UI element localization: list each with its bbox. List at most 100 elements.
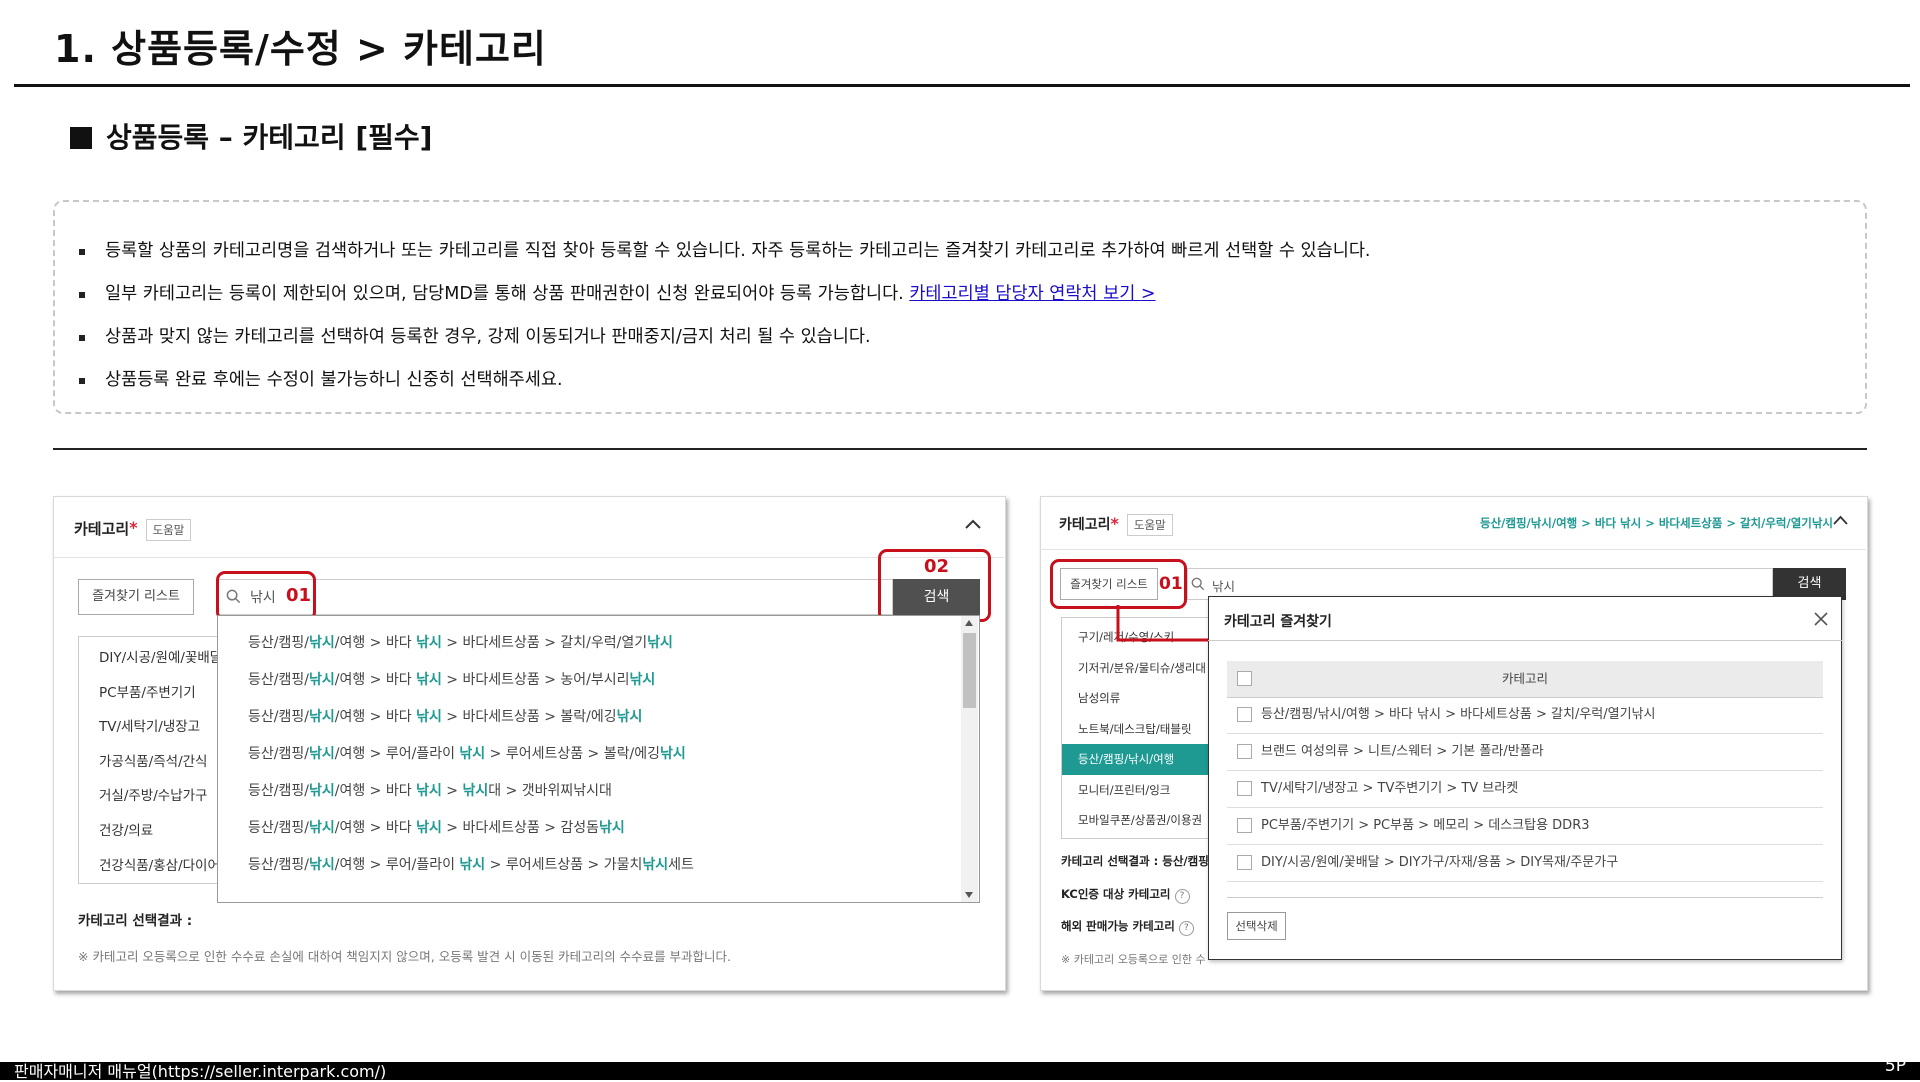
scroll-down-arrow-icon[interactable] xyxy=(965,892,973,898)
suggestion-item[interactable]: 등산/캠핑/낚시/여행 > 바다 낚시 > 바다세트상품 > 감성돔낚시 xyxy=(218,810,979,847)
search-suggestions-dropdown: 등산/캠핑/낚시/여행 > 바다 낚시 > 바다세트상품 > 갈치/우럭/열기낚… xyxy=(217,615,980,903)
suggestion-item[interactable]: 등산/캠핑/낚시/여행 > 바다 낚시 > 낚시대 > 갯바위찌낚시대 xyxy=(218,773,979,810)
category-list: 구기/레저/수영/스키 기저귀/분유/물티슈/생리대 남성의류 노트북/데스크탑/태블… xyxy=(1061,617,1211,839)
suggestion-text: 대 > 갯바위찌낚시대 xyxy=(488,783,612,799)
favorite-category-path: PC부품/주변기기 > PC부품 > 메모리 > 데스크탑용 DDR3 xyxy=(1261,818,1590,833)
category-item[interactable]: 가공식품/즉석/간식 xyxy=(79,745,227,780)
suggestion-text: 등산/캠핑/ xyxy=(248,746,309,762)
category-item[interactable]: 모바일쿠폰/상품권/이용권 xyxy=(1062,805,1210,836)
collapse-chevron-icon[interactable] xyxy=(1833,515,1848,525)
keyword-highlight: 낚시 xyxy=(308,746,335,762)
favorite-category-path: 등산/캠핑/낚시/여행 > 바다 낚시 > 바다세트상품 > 갈치/우럭/열기낚… xyxy=(1261,707,1656,722)
section-title-text: 상품등록 – 카테고리 [필수] xyxy=(106,121,433,154)
left-category-label: 카테고리* 도움말 xyxy=(74,518,192,541)
category-item[interactable]: 건강식품/홍삼/다이어트 xyxy=(79,849,227,884)
favorite-category-path: 브랜드 여성의류 > 니트/스웨터 > 기본 폴라/반폴라 xyxy=(1261,744,1544,759)
suggestion-text: 등산/캠핑/ xyxy=(248,820,309,836)
notice-item: 상품과 맞지 않는 카테고리를 선택하여 등록한 경우, 강제 이동되거나 판매… xyxy=(75,316,1865,359)
suggestion-item[interactable]: 등산/캠핑/낚시/여행 > 루어/플라이 낚시 > 루어세트상품 > 볼락/에깅… xyxy=(218,736,979,773)
panel-divider xyxy=(1040,549,1866,550)
keyword-highlight: 낚시 xyxy=(416,783,442,799)
keyword-highlight: 낚시 xyxy=(308,857,335,873)
category-item-selected[interactable]: 등산/캠핑/낚시/여행 xyxy=(1062,744,1210,775)
overseas-label-text: 해외 판매가능 카테고리 xyxy=(1061,919,1175,933)
select-all-checkbox[interactable] xyxy=(1237,671,1252,686)
favorite-row[interactable]: 브랜드 여성의류 > 니트/스웨터 > 기본 폴라/반폴라 xyxy=(1227,734,1823,771)
close-icon[interactable] xyxy=(1813,611,1829,627)
scrollbar-thumb[interactable] xyxy=(963,633,976,708)
notice-box: 등록할 상품의 카테고리명을 검색하거나 또는 카테고리를 직접 찾아 등록할 … xyxy=(53,200,1867,414)
suggestion-text: > 바다세트상품 > 갈치/우럭/열기 xyxy=(441,635,648,651)
suggestion-text: 등산/캠핑/ xyxy=(248,672,309,688)
title-divider xyxy=(14,84,1910,87)
favorite-row[interactable]: PC부품/주변기기 > PC부품 > 메모리 > 데스크탑용 DDR3 xyxy=(1227,808,1823,845)
suggestion-text: > 바다세트상품 > 감성돔 xyxy=(441,820,600,836)
notice-item: 등록할 상품의 카테고리명을 검색하거나 또는 카테고리를 직접 찾아 등록할 … xyxy=(75,230,1865,273)
keyword-highlight: 낚시 xyxy=(416,635,442,651)
collapse-chevron-icon[interactable] xyxy=(964,518,982,530)
category-item[interactable]: 건강/의료 xyxy=(79,814,227,849)
favorite-row[interactable]: DIY/시공/원예/꽃배달 > DIY가구/자재/용품 > DIY목재/주문가구 xyxy=(1227,845,1823,882)
delete-selected-button[interactable]: 선택삭제 xyxy=(1227,912,1286,940)
help-circle-icon[interactable]: ? xyxy=(1178,921,1194,936)
favorites-list-button[interactable]: 즐겨찾기 리스트 xyxy=(78,579,194,615)
favorites-table-body: 등산/캠핑/낚시/여행 > 바다 낚시 > 바다세트상품 > 갈치/우럭/열기낚… xyxy=(1227,697,1823,882)
notice-text: 등록할 상품의 카테고리명을 검색하거나 또는 카테고리를 직접 찾아 등록할 … xyxy=(105,241,1371,261)
favorite-row[interactable]: 등산/캠핑/낚시/여행 > 바다 낚시 > 바다세트상품 > 갈치/우럭/열기낚… xyxy=(1227,697,1823,734)
table-bottom-rule xyxy=(1227,897,1823,898)
keyword-highlight: 낚시 xyxy=(308,672,335,688)
category-item[interactable]: PC부품/주변기기 xyxy=(79,676,227,711)
category-item[interactable]: DIY/시공/원예/꽃배달 xyxy=(79,641,227,676)
suggestion-text: /여행 > 루어/플라이 xyxy=(334,857,460,873)
page-number: 5P xyxy=(1884,1056,1906,1076)
right-category-label: 카테고리* 도움말 xyxy=(1059,514,1173,536)
help-button[interactable]: 도움말 xyxy=(145,519,192,541)
header-category: 카테고리 xyxy=(1501,671,1548,686)
suggestion-text: /여행 > 바다 xyxy=(334,820,417,836)
notice-item: 일부 카테고리는 등록이 제한되어 있으며, 담당MD를 통해 상품 판매권한이… xyxy=(75,273,1865,316)
category-item[interactable]: 노트북/데스크탑/태블릿 xyxy=(1062,714,1210,745)
keyword-highlight: 낚시 xyxy=(416,709,442,725)
keyword-highlight: 낚시 xyxy=(659,746,686,762)
keyword-highlight: 낚시 xyxy=(459,857,486,873)
row-checkbox[interactable] xyxy=(1237,707,1252,722)
section-divider xyxy=(53,448,1867,450)
category-item[interactable]: 모니터/프린터/잉크 xyxy=(1062,775,1210,806)
category-item[interactable]: 거실/주방/수납가구 xyxy=(79,779,227,814)
suggestion-item[interactable]: 등산/캠핑/낚시/여행 > 바다 낚시 > 바다세트상품 > 갈치/우럭/열기낚… xyxy=(218,625,979,662)
suggestion-text: /여행 > 루어/플라이 xyxy=(334,746,460,762)
keyword-highlight: 낚시 xyxy=(308,820,335,836)
search-value: 낚시 xyxy=(1212,579,1236,594)
category-item[interactable]: 기저귀/분유/물티슈/생리대 xyxy=(1062,653,1210,684)
favorite-category-path: TV/세탁기/냉장고 > TV주변기기 > TV 브라켓 xyxy=(1261,781,1519,796)
row-checkbox[interactable] xyxy=(1237,818,1252,833)
scroll-up-arrow-icon[interactable] xyxy=(965,620,973,626)
keyword-highlight: 낚시 xyxy=(308,783,335,799)
keyword-highlight: 낚시 xyxy=(308,635,335,651)
highlight-box-02 xyxy=(878,549,991,622)
category-item[interactable]: 남성의류 xyxy=(1062,683,1210,714)
help-circle-icon[interactable]: ? xyxy=(1174,889,1190,904)
selection-result-label: 카테고리 선택결과 : xyxy=(78,913,193,929)
row-checkbox[interactable] xyxy=(1237,781,1252,796)
favorite-row[interactable]: TV/세탁기/냉장고 > TV주변기기 > TV 브라켓 xyxy=(1227,771,1823,808)
suggestion-item[interactable]: 등산/캠핑/낚시/여행 > 루어/플라이 낚시 > 루어세트상품 > 가물치낚시… xyxy=(218,847,979,884)
contact-link[interactable]: 카테고리별 담당자 연락처 보기 > xyxy=(909,284,1155,304)
search-input[interactable] xyxy=(217,579,893,615)
help-button[interactable]: 도움말 xyxy=(1126,514,1173,536)
suggestion-item[interactable]: 등산/캠핑/낚시/여행 > 바다 낚시 > 바다세트상품 > 볼락/에깅낚시 xyxy=(218,699,979,736)
category-item[interactable]: TV/세탁기/냉장고 xyxy=(79,710,227,745)
keyword-highlight: 낚시 xyxy=(459,746,486,762)
keyword-highlight: 낚시 xyxy=(647,635,673,651)
keyword-highlight: 낚시 xyxy=(629,672,656,688)
row-checkbox[interactable] xyxy=(1237,855,1252,870)
row-checkbox[interactable] xyxy=(1237,744,1252,759)
keyword-highlight: 낚시 xyxy=(462,783,489,799)
favorites-table-header: 카테고리 xyxy=(1227,661,1823,698)
required-mark: * xyxy=(129,518,138,537)
kc-label-text: KC인증 대상 카테고리 xyxy=(1061,887,1171,901)
notice-text: 상품등록 완료 후에는 수정이 불가능하니 신중히 선택해주세요. xyxy=(105,370,563,390)
notice-text: 일부 카테고리는 등록이 제한되어 있으며, 담당MD를 통해 상품 판매권한이… xyxy=(105,284,910,304)
suggestion-item[interactable]: 등산/캠핑/낚시/여행 > 바다 낚시 > 바다세트상품 > 농어/부시리낚시 xyxy=(218,662,979,699)
keyword-highlight: 낚시 xyxy=(416,672,442,688)
